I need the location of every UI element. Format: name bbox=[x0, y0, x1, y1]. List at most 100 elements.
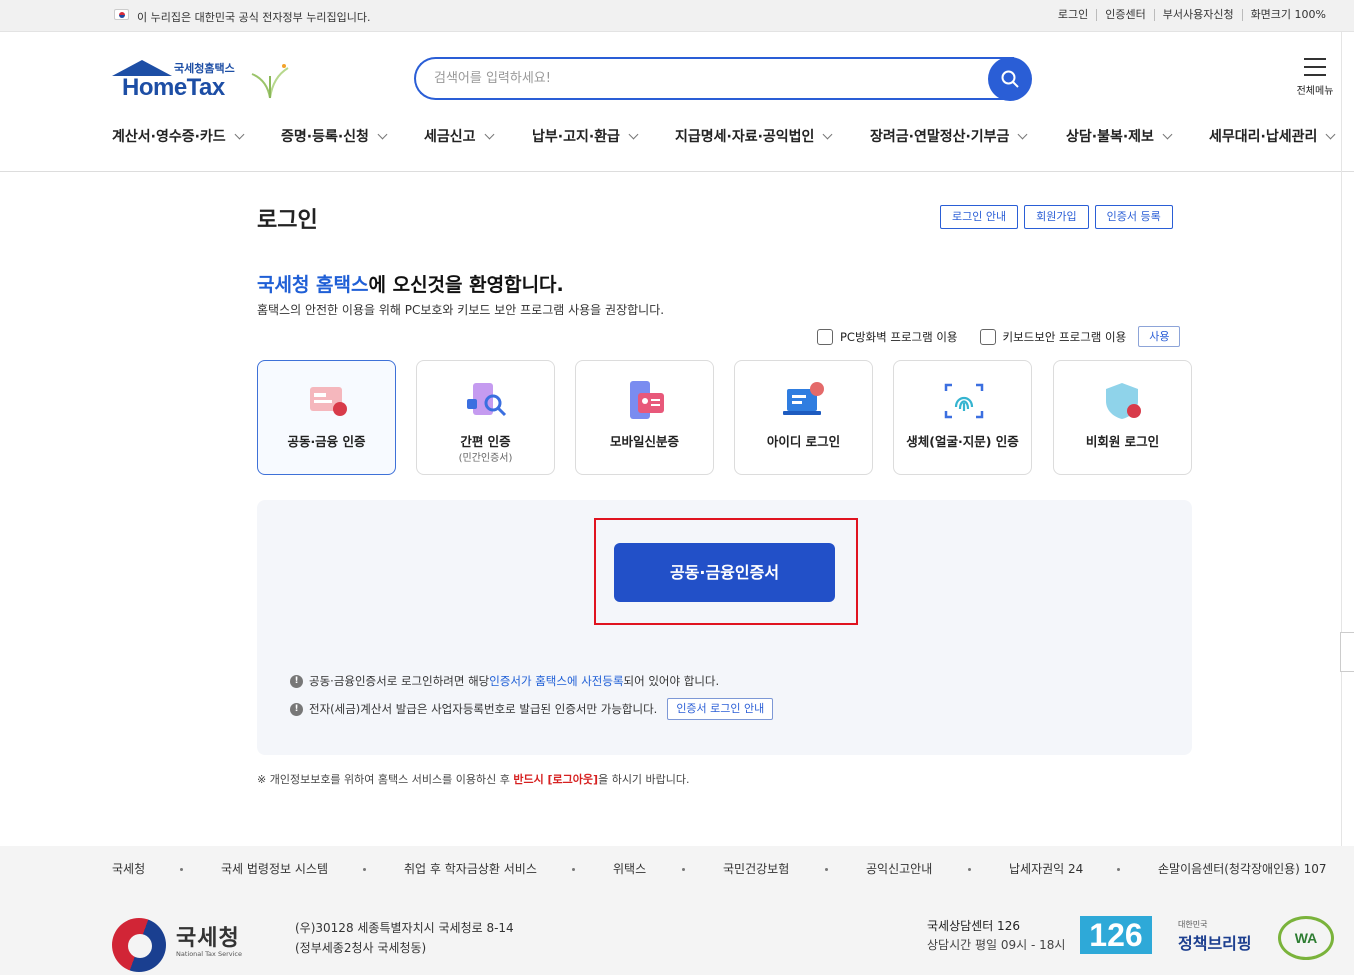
cert-login-guide-button[interactable]: 인증서 로그인 안내 bbox=[667, 698, 774, 720]
page-title: 로그인 bbox=[257, 208, 318, 233]
login-methods: 공동·금융 인증 간편 인증 (민간인증서) 모바일신분증 아이디 로그인 생체… bbox=[257, 360, 1193, 475]
security-options: PC방화벽 프로그램 이용 키보드보안 프로그램 이용 사용 bbox=[817, 326, 1181, 347]
nav-invoice-receipt-card[interactable]: 계산서·영수증·카드 bbox=[112, 126, 245, 146]
pc-firewall-checkbox[interactable] bbox=[817, 328, 833, 345]
footer-link-student-loan[interactable]: 취업 후 학자금상환 서비스 bbox=[404, 860, 537, 877]
side-scroll-tab[interactable] bbox=[1340, 632, 1354, 672]
chevron-down-icon bbox=[377, 129, 388, 140]
search-icon bbox=[1001, 70, 1019, 88]
method-id-login[interactable]: 아이디 로그인 bbox=[734, 360, 873, 475]
footer-link-relay-center[interactable]: 손말이음센터(청각장애인용) 107 bbox=[1158, 860, 1327, 877]
alert-icon: ! bbox=[290, 702, 303, 716]
pc-firewall-label[interactable]: PC방화벽 프로그램 이용 bbox=[840, 329, 958, 345]
keyboard-security-checkbox[interactable] bbox=[979, 328, 996, 345]
id-login-icon bbox=[783, 382, 824, 415]
method-name: 아이디 로그인 bbox=[766, 434, 841, 449]
chevron-down-icon bbox=[234, 129, 245, 140]
separator-dot bbox=[825, 868, 828, 871]
utility-cert-center-link[interactable]: 인증센터 bbox=[1096, 9, 1153, 21]
search-bar bbox=[414, 57, 1032, 101]
register-certificate-button[interactable]: 인증서 등록 bbox=[1094, 205, 1173, 229]
chevron-down-icon bbox=[628, 129, 639, 140]
chevron-down-icon bbox=[1017, 129, 1028, 140]
hamburger-icon bbox=[1304, 58, 1326, 76]
note-preregistration: ! 공동·금융인증서로 로그인하려면 해당 인증서가 홈택스에 사전등록 되어 있… bbox=[290, 673, 719, 689]
privacy-notice: ※ 개인정보보호를 위하여 홈택스 서비스를 이용하신 후 반드시 [로그아웃]… bbox=[257, 773, 690, 786]
logo-english-text: HomeTax bbox=[122, 74, 225, 101]
method-joint-financial-cert[interactable]: 공동·금융 인증 bbox=[257, 360, 396, 475]
all-menu-label: 전체메뉴 bbox=[1296, 86, 1334, 97]
nav-certificate-registration[interactable]: 증명·등록·신청 bbox=[281, 126, 388, 146]
all-menu-button[interactable]: 전체메뉴 bbox=[1292, 58, 1338, 97]
method-subname: (민간인증서) bbox=[458, 453, 513, 464]
address: (우)30128 세종특별자치시 국세청로 8-14 (정부세종2청사 국세청동… bbox=[295, 921, 514, 955]
method-name: 모바일신분증 bbox=[609, 434, 679, 449]
welcome-text: 에 오신것을 환영합니다. bbox=[368, 274, 564, 296]
nav-payment-refund[interactable]: 납부·고지·환급 bbox=[532, 126, 639, 146]
method-non-member[interactable]: 비회원 로그인 bbox=[1053, 360, 1192, 475]
note1-text-b: 되어 있어야 합니다. bbox=[623, 674, 720, 688]
certificate-icon bbox=[310, 387, 347, 416]
right-divider bbox=[1341, 32, 1342, 846]
chevron-down-icon bbox=[1162, 129, 1173, 140]
nts-name: 국세청 bbox=[176, 926, 240, 951]
main-navigation: 계산서·영수증·카드 증명·등록·신청 세금신고 납부·고지·환급 지급명세·자… bbox=[0, 118, 1354, 172]
footer-link-health-insurance[interactable]: 국민건강보험 bbox=[723, 860, 789, 877]
policy-briefing-logo[interactable]: 대한민국 정책브리핑 bbox=[1178, 919, 1252, 954]
chevron-down-icon bbox=[822, 129, 833, 140]
mobile-id-icon bbox=[630, 381, 664, 419]
center-name: 국세상담센터 126 bbox=[927, 919, 1020, 933]
note-einvoice: ! 전자(세금)계산서 발급은 사업자등록번호로 발급된 인증서만 가능합니다.… bbox=[290, 698, 774, 720]
separator-dot bbox=[682, 868, 685, 871]
nav-payment-statement[interactable]: 지급명세·자료·공익법인 bbox=[675, 126, 833, 146]
nts-english-name: National Tax Service bbox=[176, 950, 242, 958]
search-input[interactable] bbox=[414, 57, 1014, 100]
alert-icon: ! bbox=[290, 674, 303, 688]
screen-size-dropdown[interactable]: 화면크기 100% bbox=[1241, 9, 1334, 21]
nav-consult-appeal[interactable]: 상담·불복·제보 bbox=[1066, 126, 1173, 146]
method-biometric[interactable]: 생체(얼굴·지문) 인증 bbox=[893, 360, 1032, 475]
note1-text-a: 공동·금융인증서로 로그인하려면 해당 bbox=[309, 674, 490, 688]
fingerprint-icon bbox=[944, 383, 984, 419]
nav-tax-filing[interactable]: 세금신고 bbox=[424, 126, 494, 146]
note1-highlight: 인증서가 홈택스에 사전등록 bbox=[489, 674, 624, 688]
search-button[interactable] bbox=[988, 57, 1032, 101]
gov-notice-text: 이 누리집은 대한민국 공식 전자정부 누리집입니다. bbox=[137, 11, 371, 24]
footer-link-whistleblow[interactable]: 공익신고안내 bbox=[866, 860, 932, 877]
web-accessibility-mark[interactable]: WA bbox=[1278, 916, 1334, 960]
hometax-logo[interactable]: 국세청홈택스 HomeTax bbox=[110, 56, 300, 102]
simple-auth-icon bbox=[467, 383, 507, 417]
chevron-down-icon bbox=[1325, 129, 1336, 140]
welcome-heading: 국세청 홈택스에 오신것을 환영합니다. bbox=[257, 270, 564, 297]
separator-dot bbox=[572, 868, 575, 871]
utility-login-link[interactable]: 로그인 bbox=[1050, 9, 1096, 21]
center-hours: 상담시간 평일 09시 - 18시 bbox=[927, 938, 1066, 952]
footer-link-wetax[interactable]: 위택스 bbox=[613, 860, 646, 877]
login-panel: 공동·금융인증서 ! 공동·금융인증서로 로그인하려면 해당 인증서가 홈택스에… bbox=[257, 500, 1192, 755]
signup-button[interactable]: 회원가입 bbox=[1024, 205, 1089, 229]
nav-tax-agent[interactable]: 세무대리·납세관리 bbox=[1209, 126, 1336, 146]
method-name: 생체(얼굴·지문) 인증 bbox=[906, 434, 1019, 449]
footer: 국세청 국세 법령정보 시스템 취업 후 학자금상환 서비스 위택스 국민건강보… bbox=[0, 846, 1354, 975]
nav-incentive-yearend[interactable]: 장려금·연말정산·기부금 bbox=[870, 126, 1028, 146]
consult-center: 국세상담센터 126 상담시간 평일 09시 - 18시 bbox=[927, 917, 1065, 955]
footer-link-taxpayer-rights[interactable]: 납세자권익 24 bbox=[1009, 860, 1083, 877]
gov-notice-bar: 이 누리집은 대한민국 공식 전자정부 누리집입니다. 로그인 인증센터 부서사… bbox=[0, 0, 1354, 32]
footer-links: 국세청 국세 법령정보 시스템 취업 후 학자금상환 서비스 위택스 국민건강보… bbox=[0, 860, 1354, 880]
utility-dept-user-link[interactable]: 부서사용자신청 bbox=[1153, 9, 1242, 21]
footer-link-nts[interactable]: 국세청 bbox=[112, 860, 145, 877]
leaf-decoration-icon bbox=[251, 64, 289, 99]
method-simple-auth[interactable]: 간편 인증 (민간인증서) bbox=[416, 360, 555, 475]
use-button[interactable]: 사용 bbox=[1138, 326, 1181, 347]
call-126-badge[interactable]: 126 bbox=[1080, 916, 1152, 954]
security-recommendation: 홈택스의 안전한 이용을 위해 PC보호와 키보드 보안 프로그램 사용을 권장… bbox=[257, 303, 665, 317]
nts-emblem-icon bbox=[112, 918, 166, 972]
method-mobile-id[interactable]: 모바일신분증 bbox=[575, 360, 714, 475]
title-buttons: 로그인 안내 회원가입 인증서 등록 bbox=[940, 205, 1173, 229]
utility-links: 로그인 인증센터 부서사용자신청 화면크기 100% bbox=[1050, 9, 1334, 21]
login-guide-button[interactable]: 로그인 안내 bbox=[940, 205, 1019, 229]
welcome-brand: 국세청 홈택스 bbox=[257, 274, 369, 296]
footer-link-law[interactable]: 국세 법령정보 시스템 bbox=[221, 860, 328, 877]
keyboard-security-label[interactable]: 키보드보안 프로그램 이용 bbox=[1003, 329, 1127, 345]
joint-financial-cert-button[interactable]: 공동·금융인증서 bbox=[614, 543, 835, 602]
